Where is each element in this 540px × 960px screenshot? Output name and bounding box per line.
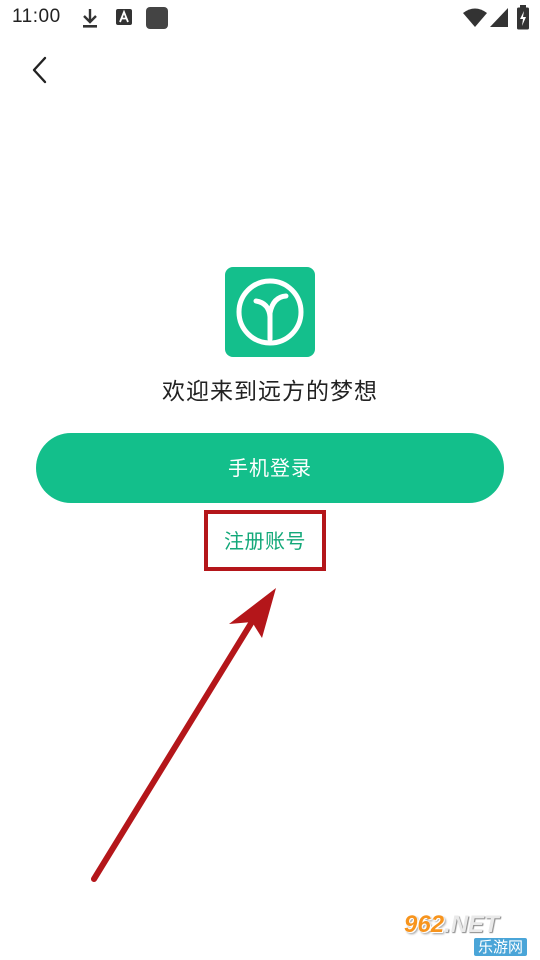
wifi-icon	[463, 8, 487, 27]
status-bar: 11:00	[0, 0, 540, 36]
a-notification-icon	[116, 9, 132, 25]
register-account-link[interactable]: 注册账号	[204, 510, 326, 571]
phone-login-button[interactable]: 手机登录	[36, 433, 504, 503]
watermark-domain: 962.NET	[404, 911, 499, 938]
watermark-logo: 962.NET 乐游网	[400, 912, 536, 956]
app-logo	[225, 267, 315, 357]
status-time: 11:00	[12, 6, 61, 27]
battery-charging-icon	[517, 5, 529, 30]
chevron-left-icon	[32, 56, 47, 84]
app-square-icon	[146, 7, 168, 29]
back-button[interactable]	[22, 52, 58, 88]
sprout-icon	[236, 278, 304, 346]
signal-icon	[490, 8, 508, 27]
welcome-text: 欢迎来到远方的梦想	[162, 379, 378, 405]
watermark-site-name: 乐游网	[474, 938, 528, 956]
download-icon	[83, 9, 97, 28]
